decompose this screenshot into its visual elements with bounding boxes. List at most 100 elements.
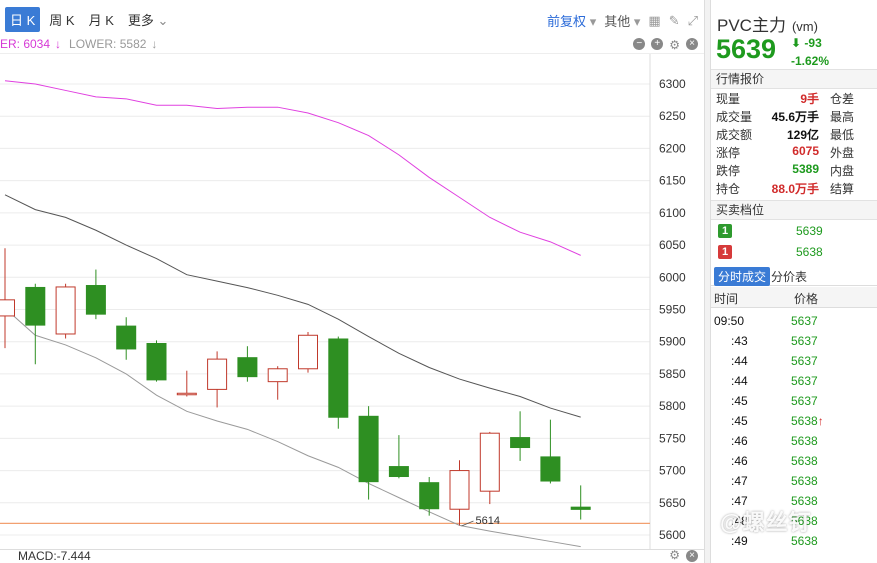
- y-tick-label: 6250: [659, 109, 686, 123]
- quote-panel: PVC主力 (vm) 5639 ⬇ -93 -1.62% 行情报价 现量 9手 仓差成…: [711, 0, 877, 563]
- candle-body: [237, 357, 258, 378]
- symbol-title: PVC主力 (vm): [717, 16, 818, 35]
- period-week-k[interactable]: 周 K: [44, 7, 79, 32]
- y-tick-label: 5950: [659, 303, 686, 317]
- trade-price: 5637: [791, 314, 818, 328]
- level-price: 5638: [796, 245, 823, 259]
- quote-row: 跌停 5389 内盘: [716, 162, 876, 180]
- add-indicator-icon[interactable]: +: [651, 38, 664, 50]
- candle-body: [116, 325, 137, 350]
- y-tick-label: 6150: [659, 174, 686, 188]
- change-value: ⬇ -93: [791, 36, 822, 50]
- candle-body: [85, 285, 106, 315]
- toolbar-right-controls: 前复权 ▾ 其他 ▾ ▦ ✎ ⤢: [547, 11, 698, 30]
- chart-toolbar: 日 K 周 K 月 K 更多 ⌄ 前复权 ▾ 其他 ▾ ▦ ✎ ⤢: [0, 0, 704, 38]
- other-dropdown[interactable]: 其他 ▾: [604, 11, 640, 30]
- adjust-dropdown[interactable]: 前复权 ▾: [547, 11, 596, 30]
- tab-time-sales[interactable]: 分时成交: [714, 267, 771, 286]
- caret-down-icon: ▾: [633, 14, 641, 29]
- arrow-down-icon: ↓: [55, 37, 62, 51]
- panel-splitter[interactable]: [704, 0, 711, 563]
- orderbook-row: 1 5639: [716, 222, 876, 242]
- trade-row: :46 5638: [711, 434, 877, 454]
- quote-value: 129亿: [786, 128, 819, 142]
- up-arrow-icon: ↑: [817, 414, 824, 428]
- col-time: 时间: [714, 292, 739, 306]
- level-badge: 1: [718, 224, 732, 238]
- down-arrow-icon: ⬇: [791, 36, 802, 50]
- arrow-down-icon: ↓: [151, 37, 158, 51]
- candle-body: [146, 343, 167, 381]
- close-icon[interactable]: ×: [686, 550, 698, 562]
- last-price: 5639: [716, 34, 777, 64]
- period-day-k[interactable]: 日 K: [5, 6, 41, 32]
- lower-band-label: LOWER: 5582: [69, 37, 147, 51]
- candle-body: [388, 466, 409, 478]
- quote-row: 现量 9手 仓差: [716, 90, 876, 108]
- y-tick-label: 6100: [659, 206, 686, 220]
- fullscreen-icon[interactable]: ⤢: [688, 13, 698, 29]
- candlestick-chart[interactable]: 6300 6250 6200 6150 6100 6050 6000 5950 5900 5850…: [0, 0, 704, 563]
- candle-body: [207, 358, 228, 390]
- trades-header: 时间 价格: [711, 287, 877, 308]
- orderbook-section-title: 买卖档位: [711, 200, 877, 220]
- candle-body: [510, 437, 531, 449]
- change-percent: -1.62%: [791, 54, 830, 68]
- trade-row: :43 5637: [711, 334, 877, 354]
- quote-key: 跌停: [716, 164, 741, 178]
- y-tick-label: 5900: [659, 335, 686, 349]
- trade-time: :44: [731, 354, 748, 368]
- quote-key: 涨停: [716, 146, 741, 160]
- draw-pen-icon[interactable]: ✎: [669, 13, 680, 29]
- quote-row: 涨停 6075 外盘: [716, 144, 876, 162]
- trade-time: 09:50: [714, 314, 745, 328]
- y-tick-label: 6200: [659, 141, 686, 155]
- trade-price: 5637: [791, 374, 818, 388]
- trade-price: 5638: [791, 434, 818, 448]
- trade-row: 09:50 5637: [711, 314, 877, 334]
- level-badge: 1: [718, 245, 732, 259]
- candle-body: [358, 415, 379, 483]
- quote-key: 持仓: [716, 182, 741, 196]
- candle-body: [449, 470, 470, 510]
- y-tick-label: 5650: [659, 496, 686, 510]
- quote-value: 45.6万手: [771, 110, 819, 124]
- quote-key-right: 内盘: [830, 164, 855, 178]
- quote-key-right: 最高: [830, 110, 855, 124]
- trade-time: :46: [731, 454, 748, 468]
- trade-time: :47: [731, 474, 748, 488]
- grid-layout-icon[interactable]: ▦: [648, 13, 660, 29]
- quote-value: 88.0万手: [771, 182, 819, 196]
- caret-down-icon: ▾: [589, 14, 597, 29]
- watermark: @螺丝钉: [720, 510, 812, 535]
- close-icon[interactable]: ×: [686, 38, 698, 50]
- quote-key-right: 仓差: [830, 92, 855, 106]
- trade-price: 5638: [791, 454, 818, 468]
- quote-row: 成交量 45.6万手 最高: [716, 108, 876, 126]
- quote-key: 现量: [716, 92, 741, 106]
- y-tick-label: 6000: [659, 270, 686, 284]
- chevron-down-icon: ⌄: [157, 12, 169, 28]
- period-month-k[interactable]: 月 K: [84, 7, 119, 32]
- candle-body: [419, 482, 440, 510]
- quote-key: 成交额: [716, 128, 753, 142]
- trades-tabs: 分时成交 分价表: [711, 264, 877, 286]
- y-tick-label: 5600: [659, 528, 686, 542]
- gear-icon[interactable]: ⚙: [669, 548, 680, 562]
- quote-value: 6075: [792, 144, 819, 158]
- indicator-controls: − + ⚙ ×: [633, 38, 698, 52]
- quote-key: 成交量: [716, 110, 753, 124]
- period-more[interactable]: 更多 ⌄: [123, 7, 174, 32]
- quote-section-title: 行情报价: [711, 69, 877, 89]
- collapse-icon[interactable]: −: [633, 38, 646, 50]
- trade-price: 5637: [791, 334, 818, 348]
- candle-body: [328, 338, 349, 418]
- trade-row: :44 5637: [711, 374, 877, 394]
- trade-time: :44: [731, 374, 748, 388]
- candle-body: [540, 456, 561, 482]
- trade-row: :45 5637: [711, 394, 877, 414]
- gear-icon[interactable]: ⚙: [669, 38, 680, 52]
- quote-row: 成交额 129亿 最低: [716, 126, 876, 144]
- tab-price-volume[interactable]: 分价表: [767, 267, 811, 286]
- y-tick-label: 5800: [659, 399, 686, 413]
